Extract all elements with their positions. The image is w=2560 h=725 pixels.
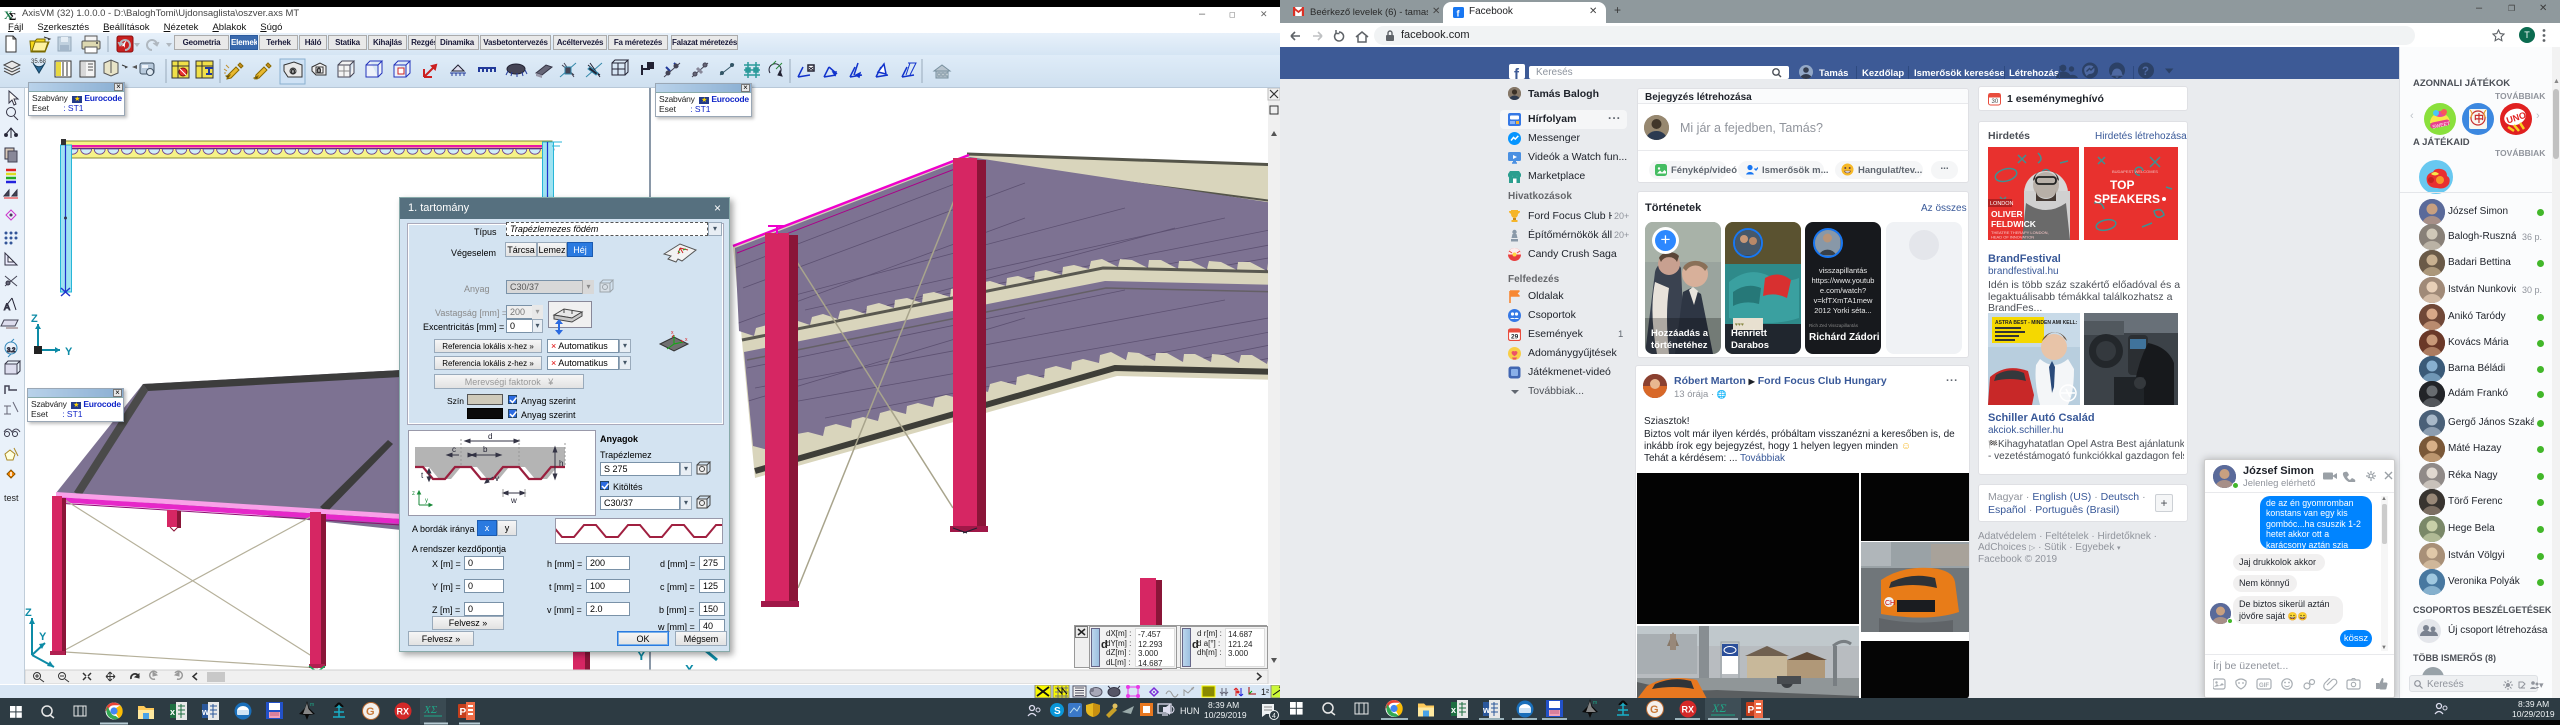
svg-text:RX: RX [1682, 705, 1695, 715]
svg-text:Y: Y [65, 346, 73, 358]
svg-text:P: P [460, 707, 467, 718]
svg-text:S: S [1054, 706, 1061, 717]
svg-text:XΣ: XΣ [1711, 701, 1726, 715]
svg-text:w: w [510, 496, 517, 505]
svg-text:中: 中 [2474, 112, 2484, 125]
svg-text:30: 30 [1992, 99, 1999, 105]
svg-text:XΣ: XΣ [423, 704, 438, 716]
svg-text:HUN: HUN [1180, 706, 1200, 716]
svg-text:b: b [483, 445, 488, 454]
svg-text:OLIVER: OLIVER [1991, 209, 2023, 219]
svg-text:P: P [1748, 705, 1755, 716]
svg-text:G: G [1650, 704, 1659, 716]
svg-text:Z: Z [25, 607, 32, 619]
svg-text:ASTRA BEST - MINDEN AMI KELL:: ASTRA BEST - MINDEN AMI KELL: [1995, 320, 2078, 326]
svg-text:Y: Y [39, 631, 47, 643]
svg-text:m: m [1593, 700, 1597, 706]
svg-text:BUDAPEST WELCOMES: BUDAPEST WELCOMES [2112, 169, 2158, 174]
svg-text:1²: 1² [1261, 687, 1269, 697]
svg-text:GIF: GIF [2259, 683, 2269, 689]
svg-text:Z: Z [31, 313, 38, 325]
svg-text:t: t [421, 471, 424, 480]
svg-text:3.2: 3.2 [7, 348, 16, 354]
svg-text:35.68: 35.68 [31, 59, 47, 65]
svg-text:8:39 AM: 8:39 AM [2518, 699, 2549, 709]
svg-text:G: G [366, 706, 375, 718]
svg-text:w: w [1482, 705, 1491, 715]
svg-text:TOP: TOP [2110, 178, 2134, 192]
svg-text:RX: RX [397, 707, 410, 717]
svg-text:A: A [4, 302, 10, 312]
svg-text:SPEAKERS: SPEAKERS [2094, 192, 2160, 206]
svg-text:y: y [425, 498, 428, 504]
svg-text:c: c [452, 445, 456, 454]
svg-text:10/29/2019: 10/29/2019 [1204, 710, 1247, 720]
svg-text:m: m [310, 702, 314, 708]
svg-text:z: z [412, 491, 415, 497]
svg-text:d: d [488, 432, 492, 441]
svg-text:h: h [559, 459, 563, 468]
svg-text:10/29/2019: 10/29/2019 [2512, 709, 2555, 719]
svg-text:4: 4 [1272, 713, 1276, 720]
svg-text:v: v [495, 474, 499, 483]
svg-text:LONDON: LONDON [1990, 201, 2014, 207]
svg-text:x: x [685, 337, 688, 343]
svg-text:test: test [4, 493, 19, 503]
svg-text:0: 0 [317, 68, 321, 75]
svg-text:HEAD OF INNOVATION: HEAD OF INNOVATION [1991, 235, 2034, 240]
svg-text:x: x [1451, 705, 1456, 715]
svg-text:Σ: Σ [9, 11, 16, 21]
svg-text:8:39 AM: 8:39 AM [1208, 700, 1239, 710]
svg-text:FELDWICK: FELDWICK [1991, 219, 2037, 229]
svg-text:x: x [170, 707, 175, 717]
svg-text:w: w [201, 707, 210, 717]
svg-text:0: 0 [291, 69, 295, 76]
